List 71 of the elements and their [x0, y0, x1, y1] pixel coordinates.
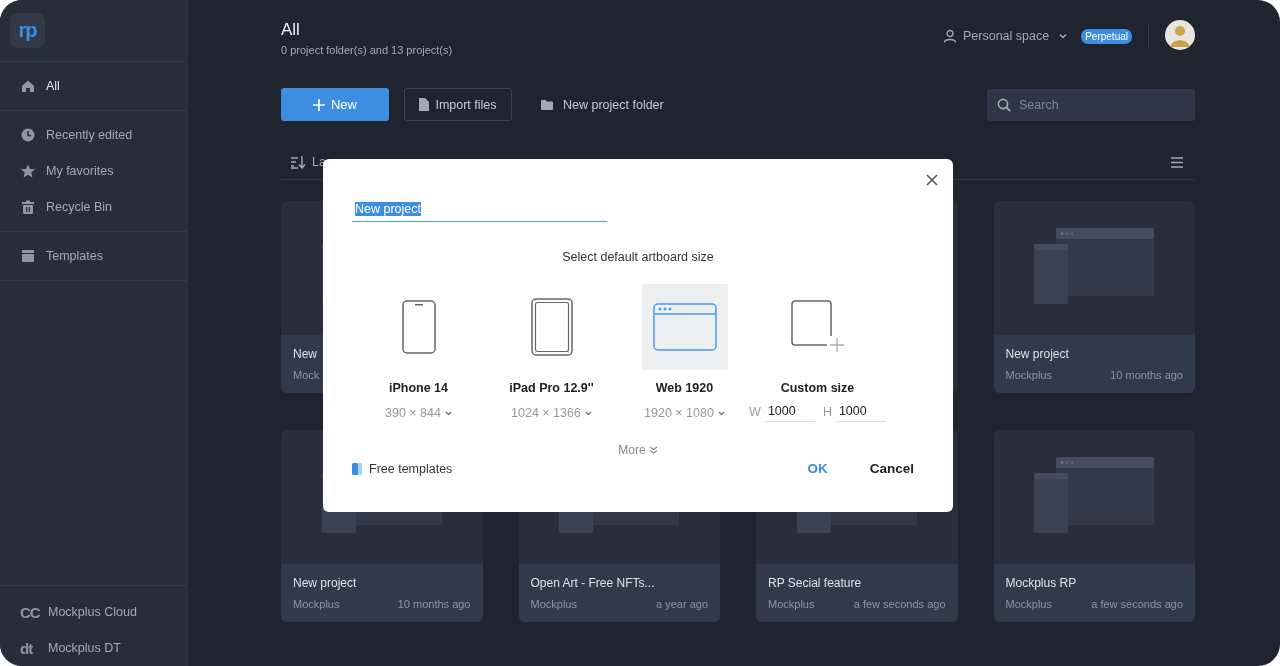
project-title: New project — [293, 576, 358, 590]
folder-icon — [541, 99, 553, 110]
project-title: Mockplus RP — [1005, 576, 1078, 590]
new-button[interactable]: New — [281, 88, 389, 121]
app-link[interactable]: Mockplus DT — [48, 641, 121, 655]
app-logo[interactable]: rp — [10, 13, 45, 48]
app-logo[interactable]: dt — [20, 639, 40, 657]
caret-icon — [584, 410, 592, 416]
book-icon — [352, 462, 362, 475]
sidebar-item[interactable]: Recently edited — [0, 117, 187, 153]
star-icon — [20, 163, 36, 179]
menu-icon[interactable] — [1171, 156, 1183, 168]
sort-icon — [291, 155, 306, 169]
sidebar-item[interactable]: All — [0, 68, 187, 104]
project-owner: Mockplus — [1005, 598, 1052, 610]
project-time: 10 months ago — [1110, 369, 1183, 381]
page-title: All — [281, 20, 301, 40]
sidebar-item[interactable]: Recycle Bin — [0, 189, 187, 225]
new-folder-button[interactable]: New project folder — [535, 96, 670, 113]
project-owner: Mockplus — [530, 598, 577, 610]
project-card[interactable]: New project Mockplus 10 months ago — [993, 201, 1195, 393]
height-label: H — [822, 404, 832, 419]
caret-icon — [1059, 33, 1068, 39]
templates-link[interactable]: Free templates — [369, 461, 453, 476]
name-field[interactable]: New project — [352, 199, 607, 222]
sidebar-item[interactable]: Templates — [0, 238, 187, 274]
home-icon — [20, 78, 36, 94]
cancel-button[interactable]: Cancel — [863, 460, 920, 477]
project-title: New project — [1005, 347, 1070, 361]
close-icon[interactable] — [924, 172, 940, 188]
phone-icon — [401, 300, 436, 354]
caret-icon — [717, 410, 725, 416]
project-title: RP Secial feature — [768, 576, 863, 590]
project-time: a few seconds ago — [1091, 598, 1183, 610]
file-icon — [419, 98, 430, 111]
clock-icon — [20, 127, 36, 143]
project-card[interactable]: Mockplus RP Mockplus a few seconds ago — [993, 430, 1195, 622]
dialog-heading: Select default artboard size — [561, 250, 715, 264]
browser-window-icon — [652, 303, 717, 351]
project-owner: Mockplus — [768, 598, 815, 610]
plus-icon — [313, 98, 325, 111]
tablet-icon — [530, 298, 573, 356]
template-icon — [20, 248, 36, 264]
trash-icon — [20, 199, 36, 215]
double-chevron-icon — [648, 446, 658, 454]
project-title: New — [293, 347, 318, 361]
ok-button[interactable]: OK — [801, 460, 834, 477]
project-time: 10 months ago — [397, 598, 471, 610]
avatar[interactable] — [1165, 20, 1195, 50]
artboard-label: iPad Pro 12.9'' — [509, 381, 594, 395]
artboard-label: Custom size — [780, 381, 855, 395]
project-title: Open Art - Free NFTs... — [530, 576, 656, 590]
square-plus-icon — [790, 300, 845, 354]
page-subtitle: 0 project folder(s) and 13 project(s) — [281, 44, 453, 56]
artboard-label: iPhone 14 — [388, 381, 448, 395]
search-field[interactable]: Search — [987, 88, 1195, 121]
space-dropdown[interactable]: Personal space — [943, 20, 1068, 52]
width-label: W — [749, 404, 761, 419]
import-button[interactable]: Import files — [404, 88, 512, 121]
project-owner: Mock — [293, 369, 320, 381]
project-owner: Mockplus — [293, 598, 340, 610]
app-logo[interactable]: CC — [20, 603, 40, 621]
project-owner: Mockplus — [1005, 369, 1052, 381]
project-time: a year ago — [656, 598, 708, 610]
person-icon — [943, 29, 957, 43]
app-link[interactable]: Mockplus Cloud — [48, 605, 137, 619]
project-time: a few seconds ago — [853, 598, 946, 610]
artboard-label: Web 1920 — [655, 381, 714, 395]
caret-icon — [445, 410, 452, 416]
sidebar-item[interactable]: My favorites — [0, 153, 187, 189]
plan-badge: Perpetual — [1081, 28, 1132, 44]
